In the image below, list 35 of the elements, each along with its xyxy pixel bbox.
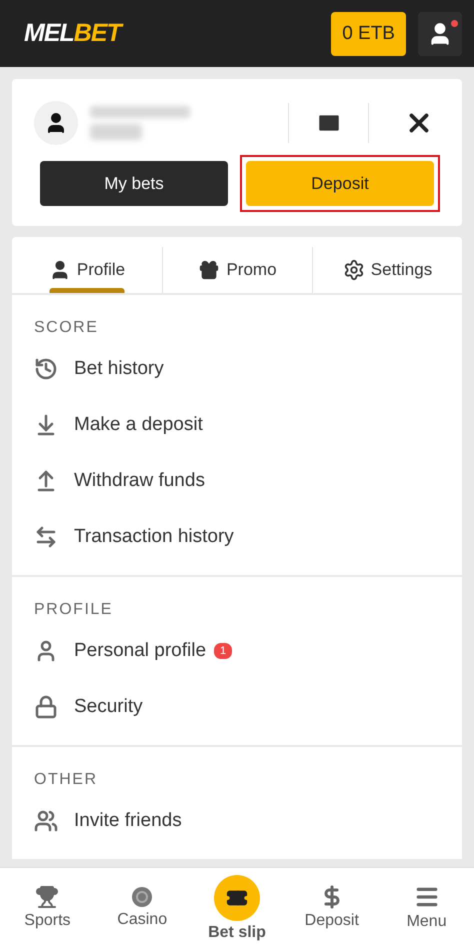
nav-item[interactable]: Bet slip [190, 868, 284, 948]
balance-button[interactable]: 0 ETB [331, 12, 406, 56]
tab[interactable]: Promo [162, 247, 312, 293]
lock-icon [34, 695, 58, 719]
tab[interactable]: Settings [312, 247, 462, 293]
transfer-icon [34, 525, 58, 549]
avatar-icon [34, 101, 78, 145]
bet-slip-icon [214, 875, 260, 921]
deposit-button[interactable]: Deposit [246, 161, 434, 206]
my-bets-button[interactable]: My bets [40, 161, 228, 206]
account-link[interactable]: Security [34, 679, 440, 735]
nav-item[interactable]: Deposit [284, 868, 380, 948]
account-link[interactable]: Invite friends [34, 793, 440, 849]
settings-icon [342, 259, 365, 281]
trophy-icon [35, 885, 60, 909]
blurred-balance [90, 124, 142, 140]
account-link[interactable]: Transaction history [34, 509, 440, 565]
nav-item[interactable]: Casino [94, 868, 190, 948]
count-badge: 1 [214, 643, 232, 659]
nav-item[interactable]: Menu [379, 868, 474, 948]
section-title: OTHER [34, 771, 98, 789]
account-button[interactable] [418, 12, 462, 56]
logo[interactable]: MELBET [24, 19, 332, 48]
section-title: SCORE [34, 319, 100, 337]
account-link[interactable]: Personal profile 1 [34, 623, 440, 679]
tab[interactable]: Profile [12, 247, 162, 293]
account-link[interactable]: Make a deposit [34, 397, 440, 453]
chip-icon [131, 886, 154, 908]
history-icon [34, 357, 58, 381]
gift-icon [198, 259, 220, 281]
account-link[interactable]: Withdraw funds [34, 453, 440, 509]
nav-item[interactable]: Sports [0, 868, 95, 948]
account-link[interactable]: Bet history [34, 341, 440, 397]
section-title: PROFILE [34, 601, 114, 619]
users-icon [34, 809, 58, 833]
